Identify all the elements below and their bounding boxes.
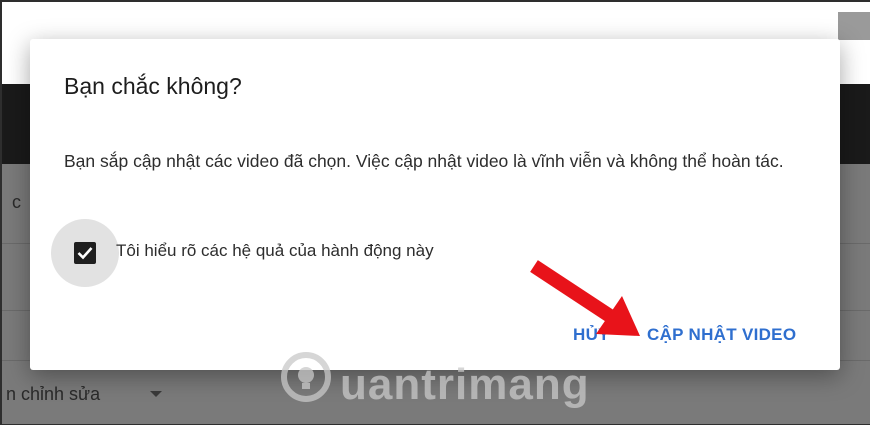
watermark-text: uantrimang [340, 360, 590, 409]
watermark-logo-icon [281, 352, 331, 402]
